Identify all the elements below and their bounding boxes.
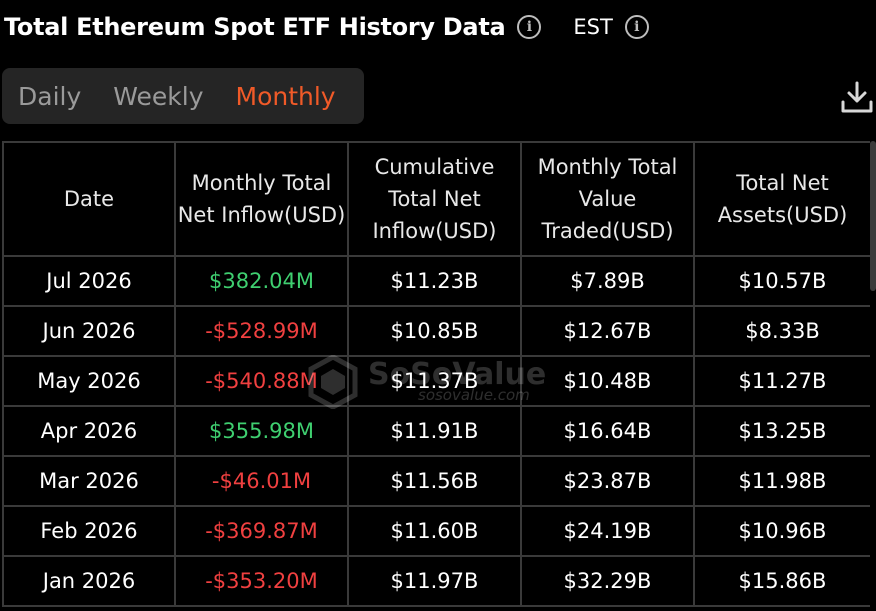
- cell-net-inflow: -$353.20M: [174, 555, 349, 607]
- download-icon: [841, 81, 873, 113]
- cell-net-assets: $15.86B: [693, 555, 870, 607]
- cell-value-traded: $24.19B: [520, 505, 695, 557]
- col-header-value-traded: Monthly Total Value Traded(USD): [520, 141, 695, 257]
- cell-value-traded: $12.67B: [520, 305, 695, 357]
- col-header-cumulative: Cumulative Total Net Inflow(USD): [347, 141, 522, 257]
- table-scrollbar[interactable]: [870, 141, 876, 291]
- cell-value-traded: $32.29B: [520, 555, 695, 607]
- cell-net-assets: $13.25B: [693, 405, 870, 457]
- cell-date: May 2026: [2, 355, 176, 407]
- table-header-row: Date Monthly Total Net Inflow(USD) Cumul…: [2, 141, 870, 257]
- cell-date: Feb 2026: [2, 505, 176, 557]
- cell-cumulative: $11.56B: [347, 455, 522, 507]
- col-header-net-inflow: Monthly Total Net Inflow(USD): [174, 141, 349, 257]
- timezone-label[interactable]: EST: [573, 15, 612, 39]
- cell-net-inflow: -$528.99M: [174, 305, 349, 357]
- col-header-date: Date: [2, 141, 176, 257]
- cell-cumulative: $10.85B: [347, 305, 522, 357]
- table-row: Jul 2026 $382.04M $11.23B $7.89B $10.57B: [2, 255, 870, 307]
- cell-date: Jul 2026: [2, 255, 176, 307]
- cell-date: Apr 2026: [2, 405, 176, 457]
- col-header-net-assets: Total Net Assets(USD): [693, 141, 870, 257]
- table-row: Mar 2026 -$46.01M $11.56B $23.87B $11.98B: [2, 455, 870, 507]
- cell-cumulative: $11.97B: [347, 555, 522, 607]
- cell-net-assets: $8.33B: [693, 305, 870, 357]
- cell-net-assets: $10.57B: [693, 255, 870, 307]
- page-title: Total Ethereum Spot ETF History Data: [4, 13, 506, 41]
- cell-cumulative: $11.60B: [347, 505, 522, 557]
- table-row: May 2026 -$540.88M $11.37B $10.48B $11.27B: [2, 355, 870, 407]
- history-table: Date Monthly Total Net Inflow(USD) Cumul…: [2, 141, 870, 607]
- cell-value-traded: $10.48B: [520, 355, 695, 407]
- cell-cumulative: $11.23B: [347, 255, 522, 307]
- tab-monthly[interactable]: Monthly: [236, 82, 336, 111]
- timezone-info-icon[interactable]: i: [624, 15, 649, 39]
- cell-date: Jan 2026: [2, 555, 176, 607]
- cell-value-traded: $23.87B: [520, 455, 695, 507]
- download-button[interactable]: [840, 80, 874, 114]
- cell-net-inflow: -$46.01M: [174, 455, 349, 507]
- cell-value-traded: $16.64B: [520, 405, 695, 457]
- cell-net-inflow: $355.98M: [174, 405, 349, 457]
- tab-daily[interactable]: Daily: [18, 82, 81, 111]
- header: Total Ethereum Spot ETF History Data i E…: [4, 8, 649, 46]
- period-tabs: Daily Weekly Monthly: [2, 68, 364, 124]
- info-icon[interactable]: i: [517, 15, 542, 39]
- cell-date: Jun 2026: [2, 305, 176, 357]
- cell-net-assets: $10.96B: [693, 505, 870, 557]
- table-row: Apr 2026 $355.98M $11.91B $16.64B $13.25B: [2, 405, 870, 457]
- table-row: Jun 2026 -$528.99M $10.85B $12.67B $8.33B: [2, 305, 870, 357]
- cell-net-assets: $11.98B: [693, 455, 870, 507]
- table-row: Feb 2026 -$369.87M $11.60B $24.19B $10.96B: [2, 505, 870, 557]
- history-table-container[interactable]: Date Monthly Total Net Inflow(USD) Cumul…: [2, 141, 870, 611]
- cell-net-assets: $11.27B: [693, 355, 870, 407]
- cell-cumulative: $11.37B: [347, 355, 522, 407]
- cell-date: Mar 2026: [2, 455, 176, 507]
- cell-net-inflow: $382.04M: [174, 255, 349, 307]
- cell-net-inflow: -$540.88M: [174, 355, 349, 407]
- cell-cumulative: $11.91B: [347, 405, 522, 457]
- cell-net-inflow: -$369.87M: [174, 505, 349, 557]
- tab-weekly[interactable]: Weekly: [113, 82, 203, 111]
- cell-value-traded: $7.89B: [520, 255, 695, 307]
- table-row: Jan 2026 -$353.20M $11.97B $32.29B $15.86B: [2, 555, 870, 607]
